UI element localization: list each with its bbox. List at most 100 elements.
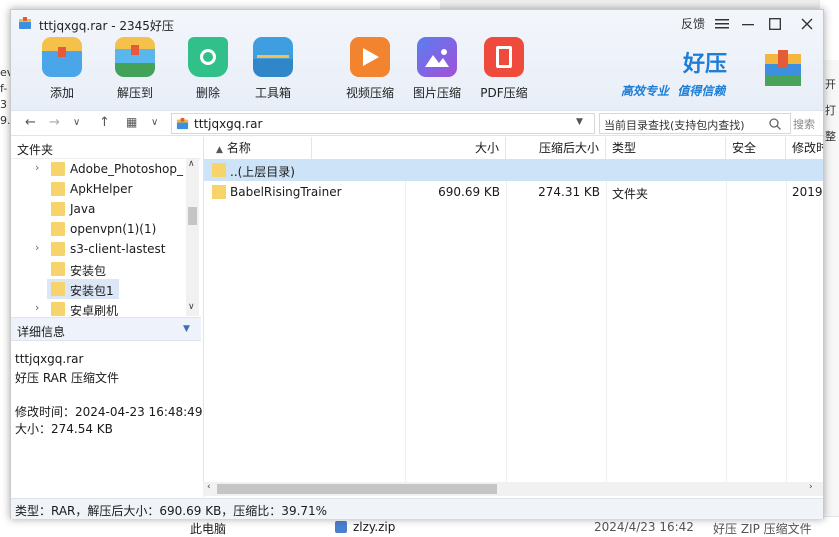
file-name: ..(上层目录) [230,165,295,179]
background-date: 2024/4/23 16:42 [594,520,694,534]
status-bar: 类型：RAR，解压后大小：690.69 KB，压缩比：39.71% [11,498,823,519]
delete-button[interactable]: 删除 [175,37,241,101]
folder-icon [51,222,65,236]
tree-item[interactable]: › s3-client-lastest [11,239,186,259]
navigation-bar: ← → ∨ ↑ ▦ ∨ tttjqxgq.rar ▼ 当前目录查找(支持包内查找… [11,110,823,136]
forward-arrow-icon[interactable]: → [49,115,60,130]
extract-label: 解压到 [116,86,153,100]
haozip-brand-icon [765,50,801,86]
scroll-right-icon[interactable]: › [809,482,813,492]
hamburger-icon[interactable] [712,13,732,35]
folder-tree-scrollbar[interactable]: ∧ ∨ [186,159,199,316]
brand-area: 好压 高效专业 值得信赖 [615,46,815,102]
table-row[interactable]: BabelRisingTrainer 690.69 KB 274.31 KB 文… [204,181,823,203]
column-security[interactable]: 安全 [726,137,786,159]
window-title: tttjqxgq.rar - 2345好压 [39,19,174,33]
haozip-window: tttjqxgq.rar - 2345好压 反馈 添加 解压到 删除 工具箱 视… [10,9,824,519]
feedback-link[interactable]: 反馈 [679,13,707,35]
expand-chevron-icon[interactable]: › [35,161,39,174]
recycle-icon [188,37,228,77]
zip-file-icon [335,521,347,533]
view-chevron-icon[interactable]: ∨ [151,117,158,128]
history-chevron-icon[interactable]: ∨ [73,117,80,128]
view-mode-icon[interactable]: ▦ [126,115,137,129]
column-divider [606,159,607,489]
search-button[interactable]: 搜索 [793,116,815,132]
column-name[interactable]: ▲ 名称 [204,137,312,159]
address-bar[interactable]: tttjqxgq.rar ▼ [171,113,595,134]
maximize-icon[interactable] [765,13,785,35]
video-compress-icon [350,37,390,77]
video-compress-label: 视频压缩 [345,86,394,100]
expand-chevron-icon[interactable]: › [35,301,39,314]
tree-item[interactable]: 安装包 [11,259,186,279]
folder-icon [212,163,226,177]
folder-icon [212,185,226,199]
tree-item-label: Java [70,202,96,216]
column-divider [405,159,406,489]
pdf-compress-label: PDF压缩 [480,86,528,100]
pdf-compress-button[interactable]: PDF压缩 [471,37,537,101]
toolbox-button[interactable]: 工具箱 [240,37,306,101]
background-filename: zlzy.zip [353,520,396,534]
tree-item[interactable]: › 安卓刷机 [11,299,186,316]
folder-icon [51,242,65,256]
close-icon[interactable] [797,13,817,35]
extract-button[interactable]: 解压到 [102,37,168,101]
image-compress-button[interactable]: 图片压缩 [404,37,470,101]
search-icon[interactable] [769,118,781,130]
column-divider [786,159,787,489]
tree-item[interactable]: 安装包1 [11,279,186,299]
tree-item[interactable]: ApkHelper [11,179,186,199]
add-button[interactable]: 添加 [29,37,95,101]
tree-item[interactable]: openvpn(1)(1) [11,219,186,239]
folder-icon [51,202,65,216]
column-size[interactable]: 大小 [312,137,506,159]
folder-pane-header: 文件夹 [11,137,201,159]
tree-item-label: ApkHelper [70,182,133,196]
column-packed[interactable]: 压缩后大小 [506,137,606,159]
address-dropdown-icon[interactable]: ▼ [576,117,583,127]
minimize-icon[interactable] [738,13,758,35]
delete-label: 删除 [195,86,220,100]
file-size: 690.69 KB [438,185,500,199]
folder-pane-title: 文件夹 [17,143,54,157]
expand-chevron-icon[interactable]: › [35,241,39,254]
detail-filename: tttjqxgq.rar [15,352,84,366]
column-modified[interactable]: 修改时 [786,137,823,159]
background-text: 开 [825,78,836,91]
collapse-icon[interactable]: ▼ [183,324,190,334]
folder-icon [51,182,65,196]
tree-item-label: 安卓刷机 [70,304,119,316]
folder-icon [51,282,65,296]
folder-tree: › Adobe_Photoshop_ ApkHelper Java openvpn… [11,159,201,316]
scroll-down-icon[interactable]: ∨ [188,302,195,312]
back-arrow-icon[interactable]: ← [25,115,36,130]
detail-size: 大小：274.54 KB [15,422,113,436]
tree-item[interactable]: › Adobe_Photoshop_ [11,159,186,179]
up-arrow-icon[interactable]: ↑ [99,115,110,130]
scrollbar-thumb[interactable] [188,207,197,225]
folder-icon [51,262,65,276]
scroll-left-icon[interactable]: ‹ [207,482,211,492]
toolbox-icon [253,37,293,77]
column-type[interactable]: 类型 [606,137,726,159]
background-text: 整 [825,130,836,143]
video-compress-button[interactable]: 视频压缩 [337,37,403,101]
details-title: 详细信息 [17,325,66,339]
this-pc-label: 此电脑 [190,522,227,536]
tree-item[interactable]: Java [11,199,186,219]
file-type: 文件夹 [612,187,649,201]
address-path: tttjqxgq.rar [194,117,263,131]
image-compress-icon [417,37,457,77]
pdf-compress-icon [484,37,524,77]
tree-item-label: 安装包1 [70,284,114,298]
column-divider [506,159,507,489]
scrollbar-thumb[interactable] [217,484,497,494]
table-row[interactable]: ..(上层目录) [204,159,823,181]
details-header[interactable]: 详细信息 ▼ [11,317,201,341]
file-list-hscrollbar[interactable]: ‹ › [203,482,823,496]
search-input[interactable]: 当前目录查找(支持包内查找) [599,113,791,134]
scroll-up-icon[interactable]: ∧ [188,159,195,169]
search-placeholder: 当前目录查找(支持包内查找) [604,119,745,132]
